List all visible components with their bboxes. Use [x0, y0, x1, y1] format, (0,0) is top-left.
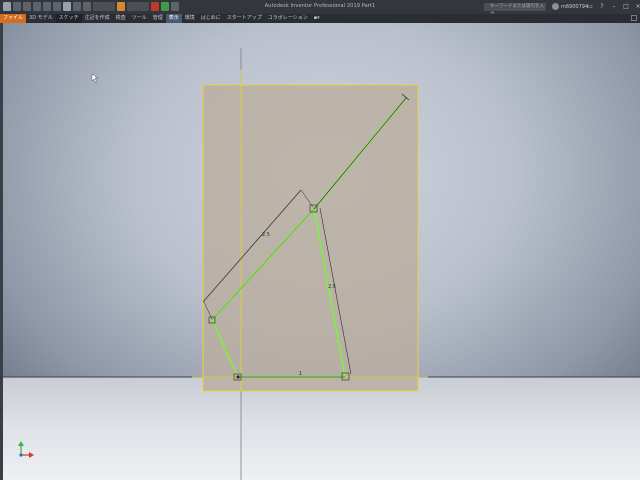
dimension-label-vertical: 2.5 [328, 284, 336, 290]
origin-point [236, 375, 240, 379]
inventor-window: Autodesk Inventor Professional 2019 Part… [0, 0, 640, 480]
triad-x-arrow [29, 452, 34, 458]
sketch-plane[interactable] [202, 84, 419, 392]
triad-z-axis [19, 453, 23, 457]
sketch-canvas[interactable]: 2.5 2.5 1 [0, 0, 640, 480]
dimension-label-bottom: 1 [299, 371, 302, 377]
axis-triad [18, 441, 34, 458]
mouse-cursor [91, 73, 99, 84]
dimension-label-long: 2.5 [262, 232, 270, 238]
triad-y-arrow [18, 441, 24, 446]
